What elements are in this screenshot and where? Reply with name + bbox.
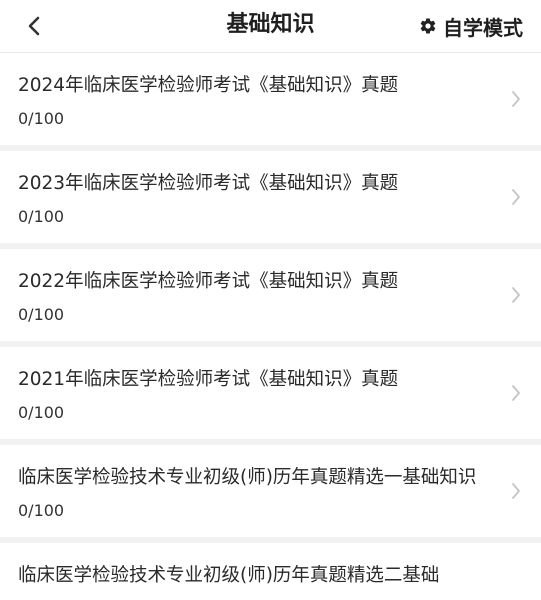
chevron-right-icon xyxy=(509,88,523,110)
chevron-right-icon xyxy=(509,186,523,208)
item-title: 2023年临床医学检验师考试《基础知识》真题 xyxy=(18,173,399,194)
item-progress: 0/100 xyxy=(18,109,65,128)
gear-icon xyxy=(419,17,437,35)
top-bar: 基础知识 自学模式 xyxy=(0,0,541,53)
chevron-right-icon xyxy=(509,284,523,306)
item-title: 临床医学检验技术专业初级(师)历年真题精选二基础 xyxy=(18,565,440,586)
chevron-left-icon xyxy=(28,16,40,36)
back-button[interactable] xyxy=(14,6,54,46)
item-progress: 0/100 xyxy=(18,207,65,226)
item-progress: 0/100 xyxy=(18,305,65,324)
chevron-right-icon xyxy=(509,480,523,502)
list-item[interactable]: 临床医学检验技术专业初级(师)历年真题精选一基础知识 0/100 xyxy=(0,445,541,537)
list-item[interactable]: 临床医学检验技术专业初级(师)历年真题精选二基础 xyxy=(0,543,541,600)
mode-label: 自学模式 xyxy=(443,15,523,40)
item-progress: 0/100 xyxy=(18,403,65,422)
list-item[interactable]: 2024年临床医学检验师考试《基础知识》真题 0/100 xyxy=(0,53,541,145)
list-item[interactable]: 2021年临床医学检验师考试《基础知识》真题 0/100 xyxy=(0,347,541,439)
list-item[interactable]: 2022年临床医学检验师考试《基础知识》真题 0/100 xyxy=(0,249,541,341)
exam-list: 2024年临床医学检验师考试《基础知识》真题 0/100 2023年临床医学检验… xyxy=(0,53,541,600)
app-screen: 基础知识 自学模式 2024年临床医学检验师考试《基础知识》真题 0/100 2… xyxy=(0,0,541,600)
item-title: 2022年临床医学检验师考试《基础知识》真题 xyxy=(18,271,399,292)
item-title: 2021年临床医学检验师考试《基础知识》真题 xyxy=(18,369,399,390)
list-item[interactable]: 2023年临床医学检验师考试《基础知识》真题 0/100 xyxy=(0,151,541,243)
item-progress: 0/100 xyxy=(18,501,65,520)
item-title: 2024年临床医学检验师考试《基础知识》真题 xyxy=(18,75,399,96)
item-title: 临床医学检验技术专业初级(师)历年真题精选一基础知识 xyxy=(18,467,477,488)
self-study-mode-button[interactable]: 自学模式 xyxy=(419,0,523,52)
chevron-right-icon xyxy=(509,382,523,404)
